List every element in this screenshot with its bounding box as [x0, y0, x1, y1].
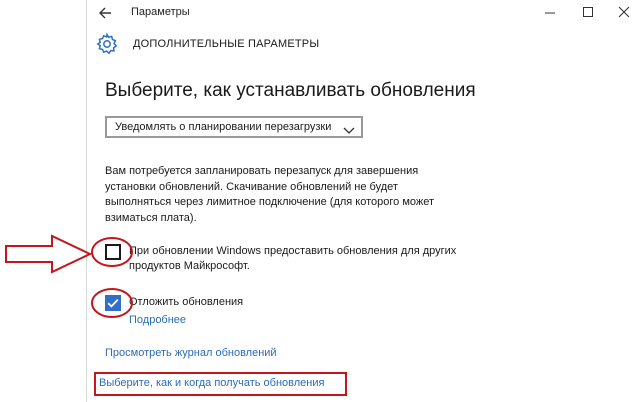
chevron-down-icon — [343, 122, 355, 134]
minimize-icon[interactable] — [539, 2, 561, 22]
update-mode-dropdown[interactable]: Уведомлять о планировании перезагрузки — [105, 116, 363, 138]
back-arrow-icon[interactable] — [95, 3, 117, 23]
section-title: Выберите, как устанавливать обновления — [105, 80, 476, 101]
title-bar: Параметры — [87, 0, 640, 26]
page-title: ДОПОЛНИТЕЛЬНЫЕ ПАРАМЕТРЫ — [133, 38, 320, 50]
update-description: Вам потребуется запланировать перезапуск… — [105, 165, 435, 224]
close-icon[interactable] — [613, 2, 635, 22]
settings-window: Параметры ДОПОЛНИТЕЛЬНЫЕ ПАРАМЕТРЫ Выбер… — [86, 0, 640, 402]
learn-more-link[interactable]: Подробнее — [129, 314, 186, 326]
defer-updates-checkbox[interactable] — [105, 295, 121, 311]
gear-icon — [95, 32, 119, 56]
annotation-arrow-icon — [5, 234, 93, 274]
choose-how-when-link[interactable]: Выберите, как и когда получать обновлени… — [99, 377, 324, 389]
page-header: ДОПОЛНИТЕЛЬНЫЕ ПАРАМЕТРЫ — [87, 28, 640, 60]
checkmark-icon — [107, 298, 119, 308]
maximize-icon[interactable] — [577, 2, 599, 22]
update-history-link[interactable]: Просмотреть журнал обновлений — [105, 347, 277, 359]
other-products-checkbox[interactable] — [105, 244, 121, 260]
defer-updates-label: Отложить обновления — [129, 296, 244, 308]
window-title: Параметры — [131, 6, 190, 18]
dropdown-selected-value: Уведомлять о планировании перезагрузки — [115, 121, 332, 133]
other-products-label: При обновлении Windows предоставить обно… — [129, 245, 457, 272]
